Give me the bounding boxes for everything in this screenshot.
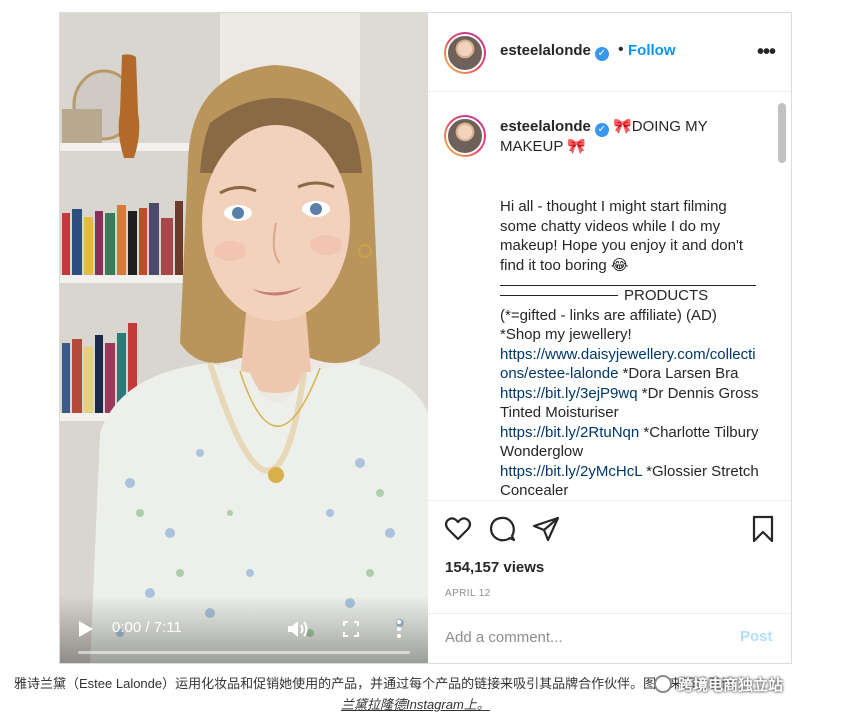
video-more-icon[interactable] — [396, 619, 402, 639]
comment-icon[interactable] — [488, 515, 516, 543]
header-separator: • — [618, 41, 624, 58]
video-time: 0:00 / 7:11 — [112, 619, 182, 636]
post-actions: 154,157 views APRIL 12 — [428, 502, 791, 622]
product-link-4[interactable]: https://bit.ly/2yMcHcL — [500, 463, 642, 480]
heart-icon[interactable] — [444, 515, 472, 543]
video-player[interactable]: 0:00 / 7:11 — [60, 13, 428, 663]
fullscreen-icon[interactable] — [343, 621, 359, 637]
product-name-1: *Dora Larsen Bra — [618, 365, 739, 382]
play-icon[interactable] — [78, 620, 94, 638]
product-entry-2: https://bit.ly/3ejP9wq *Dr Dennis Gross … — [500, 384, 762, 423]
article-caption-line2[interactable]: 兰黛拉隆德Instagram上。 — [341, 694, 490, 713]
watermark: 跨境电商独立站 — [654, 672, 844, 696]
product-entry-1: https://www.daisyjewellery.com/collectio… — [500, 345, 762, 384]
video-progress-bar[interactable] — [78, 651, 410, 654]
product-entry-3: https://bit.ly/2RtuNqn *Charlotte Tilbur… — [500, 423, 762, 462]
video-frame-image — [60, 13, 428, 663]
caption-heading: esteelalonde ✓ 🎀DOING MY MAKEUP 🎀 — [500, 117, 762, 157]
volume-icon[interactable] — [287, 619, 309, 639]
avatar[interactable] — [444, 32, 486, 74]
caption-username[interactable]: esteelalonde — [500, 118, 591, 135]
products-rule — [500, 295, 618, 297]
caption-verified-badge-icon: ✓ — [594, 123, 609, 137]
caption-avatar[interactable] — [444, 115, 486, 157]
follow-button[interactable]: Follow — [628, 42, 676, 59]
ribbon-emoji: 🎀 — [613, 118, 632, 135]
bookmark-icon[interactable] — [749, 515, 777, 543]
post-date[interactable]: APRIL 12 — [445, 588, 491, 599]
watermark-logo-icon — [654, 675, 672, 693]
product-entry-4: https://bit.ly/2yMcHcL *Glossier Stretch… — [500, 462, 762, 501]
header-username-text[interactable]: esteelalonde — [500, 42, 591, 59]
watermark-text: 跨境电商独立站 — [678, 677, 784, 694]
ribbon-emoji-2: 🎀 — [567, 138, 586, 155]
product-link-3[interactable]: https://bit.ly/2RtuNqn — [500, 424, 639, 441]
comment-bar: Post — [428, 613, 791, 663]
product-link-2[interactable]: https://bit.ly/3ejP9wq — [500, 385, 638, 402]
share-icon[interactable] — [532, 515, 560, 543]
caption-intro: Hi all - thought I might start filming s… — [500, 198, 748, 274]
instagram-post-embed: 0:00 / 7:11 esteelalonde ✓ • Follow ••• e… — [59, 12, 792, 664]
shop-line: *Shop my jewellery! — [500, 326, 632, 343]
products-label: PRODUCTS — [624, 287, 709, 304]
more-options-icon[interactable]: ••• — [757, 42, 776, 62]
post-header: esteelalonde ✓ • Follow ••• — [428, 13, 791, 92]
header-username[interactable]: esteelalonde ✓ — [500, 42, 609, 61]
post-comment-button[interactable]: Post — [740, 628, 773, 645]
caption-area[interactable]: esteelalonde ✓ 🎀DOING MY MAKEUP 🎀 Hi all … — [428, 93, 791, 501]
caption-scrollbar[interactable] — [778, 103, 786, 163]
gifted-note: (*=gifted - links are affiliate) (AD) — [500, 306, 717, 324]
products-heading: PRODUCTS — [500, 286, 762, 306]
post-side-panel: esteelalonde ✓ • Follow ••• esteelalonde ✓… — [428, 13, 791, 663]
caption-body: Hi all - thought I might start filming s… — [500, 197, 762, 501]
verified-badge-icon: ✓ — [594, 47, 609, 61]
view-count[interactable]: 154,157 views — [445, 559, 544, 576]
comment-input[interactable] — [445, 626, 725, 648]
video-controls: 0:00 / 7:11 — [60, 595, 428, 663]
